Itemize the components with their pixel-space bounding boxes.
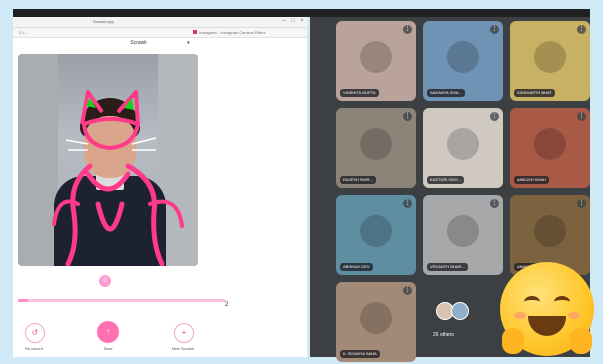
participant-name: ABHINAY DEV bbox=[340, 263, 373, 271]
emoji-eye bbox=[524, 296, 540, 308]
mic-muted-icon: ⋮ bbox=[577, 199, 586, 208]
timeline-track[interactable] bbox=[18, 299, 226, 302]
pink-doodle-overlay bbox=[52, 90, 184, 266]
window-titlebar: Scrawlr.app – □ × bbox=[13, 17, 307, 28]
participant-tile[interactable]: ⋮ VEDANTH BHAR... bbox=[423, 195, 503, 275]
participant-name: SARANYA SIVA... bbox=[427, 89, 465, 97]
emoji-cheek bbox=[568, 312, 580, 319]
minimize-icon[interactable]: – bbox=[281, 18, 287, 24]
browser-tab[interactable]: Instagram - Instagram Camera Filters bbox=[199, 30, 265, 35]
participant-video bbox=[360, 215, 392, 247]
participant-video bbox=[447, 41, 479, 73]
participant-tile[interactable]: ⋮ ABHINAY DEV bbox=[336, 195, 416, 275]
others-count: 26 others bbox=[433, 332, 454, 338]
app-toolbar: Scrawlr ▾ bbox=[13, 40, 307, 46]
participant-tile[interactable]: ⋮ RAJESH SHIR... bbox=[336, 108, 416, 188]
participant-video bbox=[360, 128, 392, 160]
participant-video bbox=[447, 128, 479, 160]
mic-muted-icon: ⋮ bbox=[403, 286, 412, 295]
participant-tile[interactable]: ⋮ K. SOUMYA SAHA bbox=[336, 282, 416, 362]
tab-strip: C:/... Instagram - Instagram Camera Filt… bbox=[13, 28, 307, 38]
window-title: Scrawlr.app bbox=[93, 19, 114, 24]
participant-name: RAJESH SHIR... bbox=[340, 176, 376, 184]
screenshot-frame: Scrawlr.app – □ × C:/... Instagram - Ins… bbox=[0, 0, 603, 364]
mic-muted-icon: ⋮ bbox=[490, 112, 499, 121]
participant-tile[interactable]: ⋮ SARANYA SIVA... bbox=[423, 21, 503, 101]
participant-video bbox=[360, 41, 392, 73]
mic-muted-icon: ⋮ bbox=[490, 25, 499, 34]
participant-video bbox=[534, 41, 566, 73]
participant-tile[interactable]: ⋮ SIDDHARTH BHAT bbox=[510, 21, 590, 101]
re-record-label: Re-record bbox=[25, 346, 43, 351]
participant-video bbox=[534, 128, 566, 160]
participant-video bbox=[447, 215, 479, 247]
hugging-face-emoji bbox=[500, 262, 594, 356]
emoji-hand bbox=[570, 328, 592, 354]
emoji-hand bbox=[502, 328, 524, 354]
playhead-marker[interactable]: 0 bbox=[99, 275, 111, 287]
save-button[interactable]: ↑ bbox=[97, 321, 119, 343]
emoji-mouth bbox=[528, 316, 566, 336]
participant-tile[interactable]: ⋮ ANKUSH SHAH bbox=[510, 108, 590, 188]
participant-name: ANKUSH SHAH bbox=[514, 176, 549, 184]
new-scrawlr-button[interactable]: + bbox=[174, 323, 194, 343]
mic-muted-icon: ⋮ bbox=[577, 112, 586, 121]
others-tile[interactable]: 26 others bbox=[423, 282, 485, 357]
participant-name: VEDANTH BHAR... bbox=[427, 263, 468, 271]
participant-tile[interactable]: ⋮ VINSHITA GUPTA bbox=[336, 21, 416, 101]
mic-muted-icon: ⋮ bbox=[403, 199, 412, 208]
app-title: Scrawlr bbox=[130, 40, 148, 46]
mic-muted-icon: ⋮ bbox=[577, 25, 586, 34]
menu-caret-icon[interactable]: ▾ bbox=[187, 40, 190, 46]
participant-name: VINSHITA GUPTA bbox=[340, 89, 379, 97]
emoji-cheek bbox=[514, 312, 526, 319]
maximize-icon[interactable]: □ bbox=[290, 18, 296, 24]
action-buttons: ↺ Re-record ↑ Save + New Scrawlr bbox=[13, 321, 307, 357]
body-outline-doodle bbox=[65, 163, 165, 266]
re-record-button[interactable]: ↺ bbox=[25, 323, 45, 343]
save-label: Save bbox=[103, 346, 113, 351]
mask-doodle bbox=[81, 117, 141, 151]
participant-name: KASTURI GHO... bbox=[427, 176, 464, 184]
instagram-tab-icon bbox=[193, 30, 197, 34]
scrawlr-window: Scrawlr.app – □ × C:/... Instagram - Ins… bbox=[13, 17, 307, 357]
mic-muted-icon: ⋮ bbox=[490, 199, 499, 208]
close-icon[interactable]: × bbox=[299, 18, 305, 24]
participant-video bbox=[360, 302, 392, 334]
camera-preview[interactable] bbox=[18, 54, 198, 266]
participant-video bbox=[534, 215, 566, 247]
mic-muted-icon: ⋮ bbox=[403, 112, 412, 121]
participant-name: SIDDHARTH BHAT bbox=[514, 89, 555, 97]
other-avatar bbox=[451, 302, 469, 320]
timeline-progress bbox=[18, 299, 29, 302]
address-text[interactable]: C:/... bbox=[19, 30, 27, 35]
new-scrawlr-label: New Scrawlr bbox=[171, 346, 195, 351]
emoji-eye bbox=[554, 296, 570, 308]
participant-tile[interactable]: ⋮ KASTURI GHO... bbox=[423, 108, 503, 188]
timeline-end-value: 2 bbox=[225, 302, 229, 308]
mic-muted-icon: ⋮ bbox=[403, 25, 412, 34]
participant-name: K. SOUMYA SAHA bbox=[340, 350, 380, 358]
monitor-top-bar bbox=[13, 9, 590, 17]
